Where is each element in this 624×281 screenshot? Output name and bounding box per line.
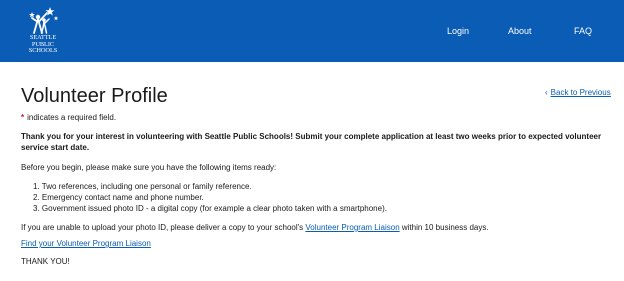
upload-note-suffix: within 10 business days. (399, 223, 489, 232)
list-item: 3. Government issued photo ID - a digita… (33, 204, 387, 213)
back-to-previous-link[interactable]: ‹ Back to Previous (545, 88, 611, 97)
intro-line-1: Thank you for your interest in volunteer… (21, 132, 602, 141)
required-note-text: indicates a required field. (27, 113, 117, 122)
required-star: * (21, 113, 25, 122)
volunteer-liaison-link[interactable]: Volunteer Program Liaison (305, 223, 399, 232)
list-item: 1. Two references, including one persona… (33, 182, 252, 191)
seattle-public-schools-logo[interactable]: SEATTLE PUBLIC SCHOOLS (23, 6, 63, 60)
nav-faq[interactable]: FAQ (574, 0, 592, 62)
before-begin-text: Before you begin, please make sure you h… (21, 163, 277, 172)
requirements-list: 1. Two references, including one persona… (33, 181, 387, 214)
upload-note: If you are unable to upload your photo I… (21, 222, 489, 233)
logo-text: SEATTLE PUBLIC SCHOOLS (23, 34, 63, 55)
thank-you-text: THANK YOU! (21, 257, 70, 266)
site-header: SEATTLE PUBLIC SCHOOLS Login About FAQ (0, 0, 624, 62)
nav-login[interactable]: Login (447, 0, 469, 62)
page-title: Volunteer Profile (21, 85, 168, 107)
back-link-label: Back to Previous (550, 88, 611, 97)
find-liaison-link[interactable]: Find your Volunteer Program Liaison (21, 239, 151, 248)
required-note: * indicates a required field. (21, 112, 116, 123)
upload-note-prefix: If you are unable to upload your photo I… (21, 223, 306, 232)
intro-text: Thank you for your interest in volunteer… (21, 131, 621, 153)
star-figure-icon (29, 7, 59, 34)
nav-about[interactable]: About (508, 0, 532, 62)
list-item: 2. Emergency contact name and phone numb… (33, 193, 204, 202)
chevron-left-icon: ‹ (545, 88, 548, 97)
intro-line-2: service start date. (21, 143, 90, 152)
find-liaison-row: Find your Volunteer Program Liaison (21, 238, 151, 249)
logo-line: SCHOOLS (28, 47, 58, 55)
